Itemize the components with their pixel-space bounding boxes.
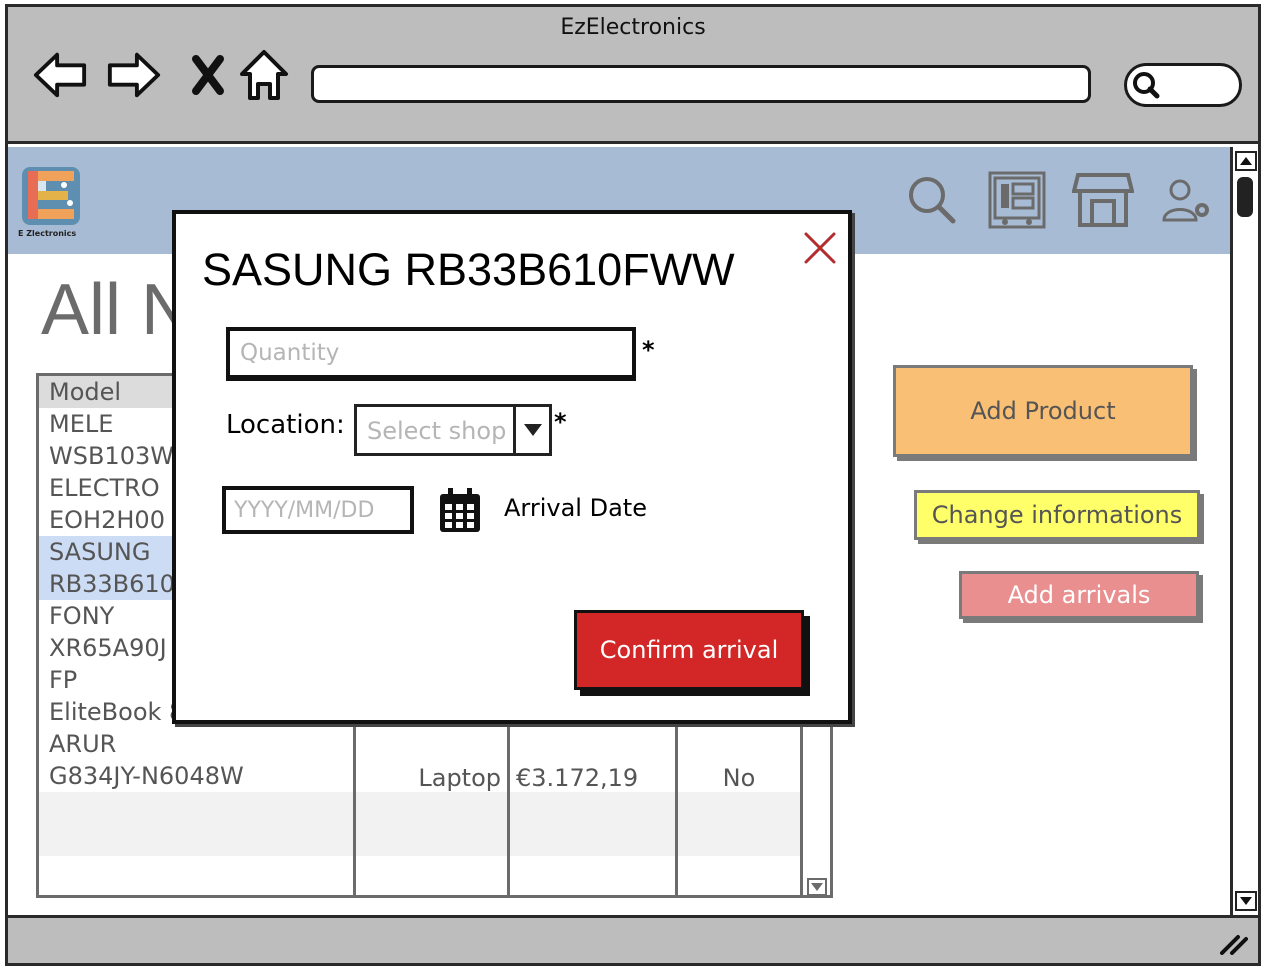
inventory-icon[interactable] bbox=[986, 169, 1048, 231]
table-row-empty bbox=[39, 792, 801, 856]
add-product-button[interactable]: Add Product bbox=[893, 365, 1193, 457]
sold-cell: No bbox=[722, 764, 756, 792]
model-line1: SASUNG bbox=[49, 538, 151, 566]
scroll-down-arrow-icon[interactable] bbox=[1235, 891, 1257, 911]
home-icon[interactable] bbox=[236, 47, 292, 103]
model-line2: EOH2H00 bbox=[49, 506, 165, 534]
scroll-up-arrow-icon[interactable] bbox=[1235, 151, 1257, 171]
model-line1: ARUR bbox=[49, 730, 117, 758]
window-title: EzElectronics bbox=[560, 15, 706, 40]
arrival-date-label: Arrival Date bbox=[504, 494, 647, 522]
model-line1: MELE bbox=[49, 410, 114, 438]
user-settings-icon[interactable] bbox=[1156, 169, 1218, 231]
category-cell: Laptop bbox=[418, 764, 501, 792]
column-header-model: Model bbox=[49, 378, 122, 406]
location-label: Location: bbox=[226, 410, 345, 440]
store-icon[interactable] bbox=[1072, 169, 1134, 231]
quantity-field[interactable] bbox=[226, 327, 636, 379]
browser-search-field[interactable] bbox=[1124, 63, 1242, 107]
arrow-right-icon[interactable] bbox=[106, 47, 162, 103]
add-arrival-modal: SASUNG RB33B610FWW * Location: Select sh… bbox=[172, 210, 852, 724]
model-line2: EliteBook 8 bbox=[49, 698, 185, 726]
model-line1: FP bbox=[49, 666, 78, 694]
chevron-down-icon[interactable] bbox=[513, 407, 549, 453]
url-bar[interactable] bbox=[311, 65, 1091, 103]
scroll-down-arrow-icon[interactable] bbox=[807, 878, 827, 895]
arrow-left-icon[interactable] bbox=[32, 47, 88, 103]
change-informations-button[interactable]: Change informations bbox=[914, 490, 1200, 540]
close-icon[interactable] bbox=[180, 47, 236, 103]
model-line2: WSB103W bbox=[49, 442, 174, 470]
required-mark: * bbox=[554, 408, 567, 436]
location-select[interactable]: Select shop bbox=[354, 404, 552, 456]
quantity-input[interactable] bbox=[230, 331, 632, 375]
location-select-value: Select shop bbox=[367, 417, 507, 445]
model-line1: FONY bbox=[49, 602, 115, 630]
close-icon[interactable] bbox=[802, 230, 838, 266]
search-icon bbox=[1133, 72, 1160, 99]
model-line2: G834JY-N6048W bbox=[49, 762, 244, 790]
scrollbar-thumb[interactable] bbox=[1237, 177, 1253, 217]
calendar-icon[interactable] bbox=[438, 486, 482, 534]
arrival-date-field[interactable] bbox=[222, 486, 414, 534]
model-line2: RB33B610 bbox=[49, 570, 175, 598]
browser-chrome: EzElectronics bbox=[8, 7, 1258, 144]
table-row[interactable]: ARUR G834JY-N6048W Laptop €3.172,19 No bbox=[39, 728, 801, 792]
logo-text: E Zlectronics bbox=[18, 229, 77, 238]
model-line2: XR65A90J bbox=[49, 634, 167, 662]
price-cell: €3.172,19 bbox=[516, 764, 639, 792]
modal-title: SASUNG RB33B610FWW bbox=[202, 244, 735, 295]
page-scrollbar[interactable] bbox=[1230, 147, 1258, 915]
search-icon[interactable] bbox=[901, 169, 963, 231]
required-mark: * bbox=[642, 336, 655, 364]
add-arrivals-button[interactable]: Add arrivals bbox=[959, 571, 1199, 619]
resize-grip-icon[interactable] bbox=[1218, 931, 1248, 955]
model-line1: ELECTRO bbox=[49, 474, 160, 502]
page-title: All N bbox=[41, 270, 194, 350]
confirm-arrival-button[interactable]: Confirm arrival bbox=[574, 610, 804, 690]
status-bar bbox=[8, 915, 1258, 963]
arrival-date-input[interactable] bbox=[226, 490, 410, 530]
